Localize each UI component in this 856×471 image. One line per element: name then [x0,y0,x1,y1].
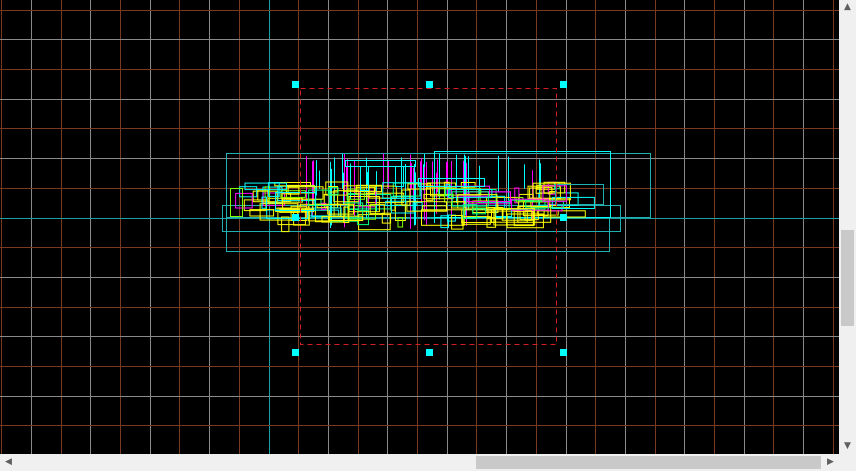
selection-rectangle[interactable] [300,88,557,345]
scroll-left-icon[interactable]: ◀ [4,458,13,467]
resize-handle-bottom-center[interactable] [426,349,433,356]
drawing-canvas[interactable] [0,0,839,454]
resize-handle-top-right[interactable] [560,81,567,88]
selection-box[interactable] [0,0,839,454]
scroll-down-icon[interactable]: ▼ [843,442,852,451]
resize-handle-middle-left[interactable] [292,214,299,221]
resize-handle-bottom-left[interactable] [292,349,299,356]
resize-handle-top-left[interactable] [292,81,299,88]
resize-handle-bottom-right[interactable] [560,349,567,356]
horizontal-scrollbar[interactable]: ◀ ▶ [0,454,839,471]
vertical-scroll-thumb[interactable] [841,230,854,326]
horizontal-scroll-thumb[interactable] [476,456,821,469]
scroll-right-icon[interactable]: ▶ [826,458,835,467]
scroll-up-icon[interactable]: ▲ [843,3,852,12]
resize-handle-middle-right[interactable] [560,214,567,221]
scrollbar-corner [839,454,856,471]
vertical-scrollbar[interactable]: ▲ ▼ [839,0,856,454]
resize-handle-top-center[interactable] [426,81,433,88]
